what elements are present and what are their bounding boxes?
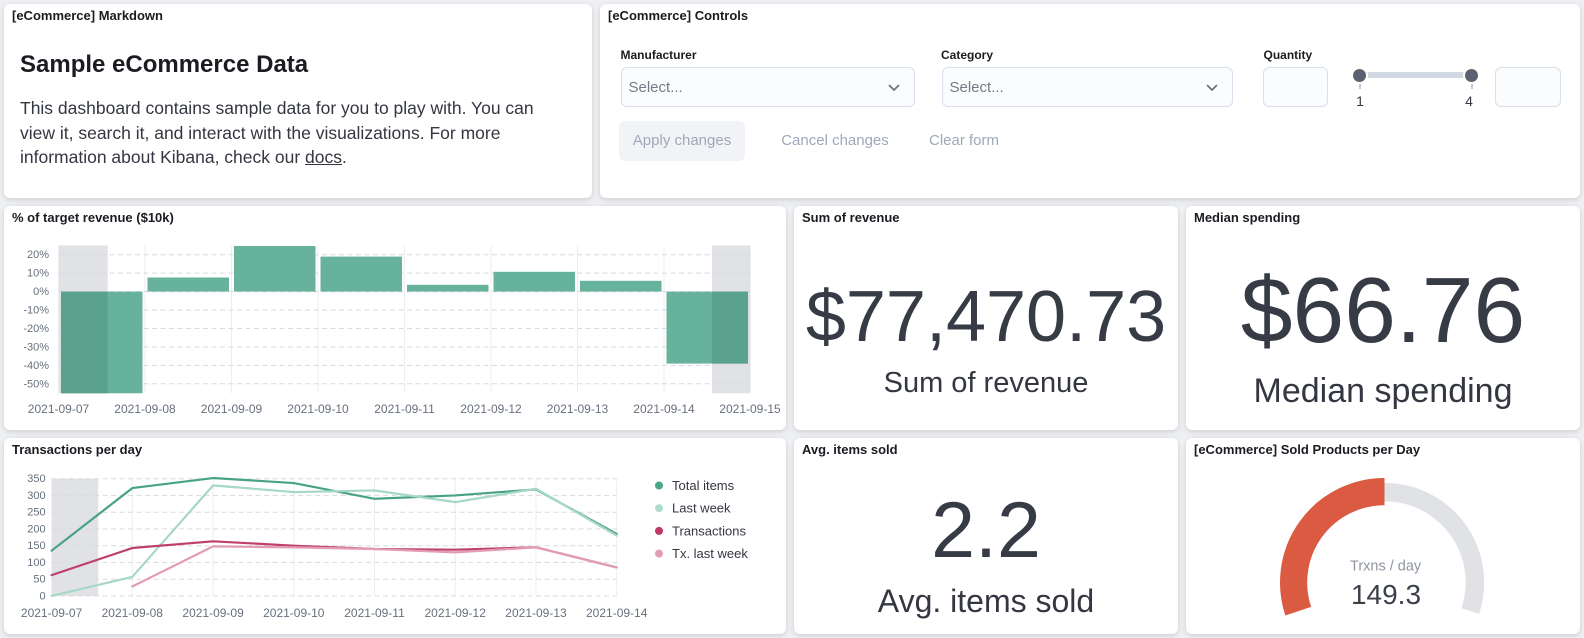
svg-text:Tx. last week: Tx. last week bbox=[672, 546, 748, 561]
svg-text:-10%: -10% bbox=[23, 305, 49, 317]
svg-text:149.3: 149.3 bbox=[1351, 579, 1421, 610]
svg-text:-40%: -40% bbox=[23, 360, 49, 372]
svg-text:Total items: Total items bbox=[672, 478, 735, 493]
svg-text:2021-09-15: 2021-09-15 bbox=[719, 402, 781, 416]
svg-text:2021-09-13: 2021-09-13 bbox=[547, 402, 609, 416]
svg-text:300: 300 bbox=[27, 490, 45, 502]
svg-text:-30%: -30% bbox=[23, 341, 49, 353]
svg-text:2021-09-08: 2021-09-08 bbox=[114, 402, 176, 416]
svg-text:100: 100 bbox=[27, 557, 45, 569]
svg-text:2021-09-08: 2021-09-08 bbox=[102, 606, 164, 620]
svg-text:2021-09-14: 2021-09-14 bbox=[633, 402, 695, 416]
svg-text:-50%: -50% bbox=[23, 378, 49, 390]
svg-text:2021-09-07: 2021-09-07 bbox=[21, 606, 83, 620]
svg-text:0: 0 bbox=[39, 590, 45, 602]
svg-text:2021-09-11: 2021-09-11 bbox=[344, 606, 405, 620]
svg-text:250: 250 bbox=[27, 507, 45, 519]
svg-text:2021-09-12: 2021-09-12 bbox=[460, 402, 522, 416]
svg-text:20%: 20% bbox=[27, 249, 49, 261]
svg-text:Last week: Last week bbox=[672, 501, 731, 516]
svg-text:2021-09-07: 2021-09-07 bbox=[28, 402, 90, 416]
svg-text:0%: 0% bbox=[33, 286, 49, 298]
svg-text:2021-09-10: 2021-09-10 bbox=[263, 606, 325, 620]
svg-text:Trxns / day: Trxns / day bbox=[1350, 559, 1422, 575]
svg-text:150: 150 bbox=[27, 540, 45, 552]
svg-text:200: 200 bbox=[27, 523, 45, 535]
svg-text:2021-09-12: 2021-09-12 bbox=[425, 606, 487, 620]
svg-text:Transactions: Transactions bbox=[672, 523, 746, 538]
svg-text:2021-09-10: 2021-09-10 bbox=[287, 402, 349, 416]
svg-text:2021-09-14: 2021-09-14 bbox=[586, 606, 648, 620]
svg-text:2021-09-09: 2021-09-09 bbox=[201, 402, 263, 416]
svg-text:2021-09-09: 2021-09-09 bbox=[182, 606, 244, 620]
svg-text:50: 50 bbox=[33, 574, 45, 586]
svg-text:2021-09-11: 2021-09-11 bbox=[374, 402, 435, 416]
svg-text:350: 350 bbox=[27, 473, 45, 485]
svg-text:-20%: -20% bbox=[23, 323, 49, 335]
svg-text:10%: 10% bbox=[27, 268, 49, 280]
svg-text:2021-09-13: 2021-09-13 bbox=[505, 606, 567, 620]
